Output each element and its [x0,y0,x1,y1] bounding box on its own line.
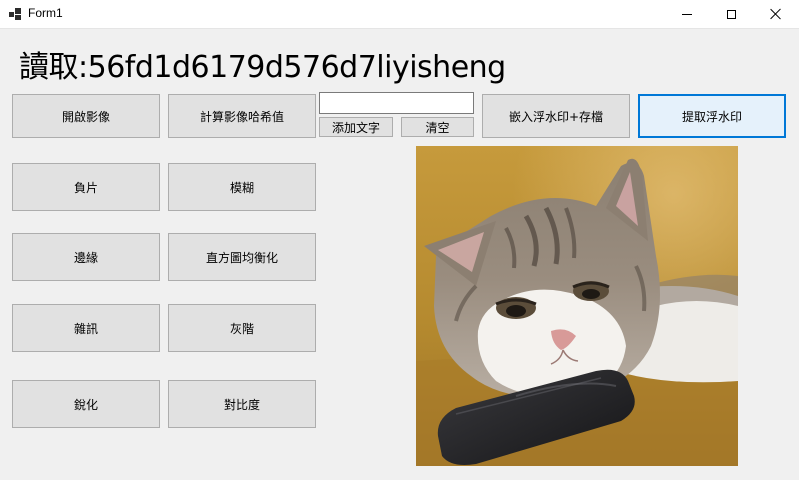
sharpen-button[interactable]: 銳化 [12,380,160,428]
minimize-icon [682,13,692,15]
maximize-icon [726,9,736,19]
grayscale-button[interactable]: 灰階 [168,304,316,352]
watermark-text-input[interactable] [319,92,474,114]
close-button[interactable] [753,0,799,28]
edge-button[interactable]: 邊緣 [12,233,160,281]
compute-hash-button[interactable]: 計算影像哈希值 [168,94,316,138]
picture-box [416,146,738,466]
cat-photo [416,146,738,466]
window-title: Form1 [28,6,63,20]
open-image-button[interactable]: 開啟影像 [12,94,160,138]
embed-watermark-save-button[interactable]: 嵌入浮水印+存檔 [482,94,630,138]
clear-button[interactable]: 清空 [401,117,474,137]
maximize-button[interactable] [708,0,754,28]
add-text-button[interactable]: 添加文字 [319,117,393,137]
noise-button[interactable]: 雜訊 [12,304,160,352]
minimize-button[interactable] [664,0,710,28]
title-bar: Form1 [0,0,799,29]
app-icon [9,8,21,20]
close-icon [770,8,782,20]
blur-button[interactable]: 模糊 [168,163,316,211]
histogram-equalization-button[interactable]: 直方圖均衡化 [168,233,316,281]
contrast-button[interactable]: 對比度 [168,380,316,428]
negative-button[interactable]: 負片 [12,163,160,211]
result-label: 讀取:56fd1d6179d576d7liyisheng [19,50,506,85]
extract-watermark-button[interactable]: 提取浮水印 [638,94,786,138]
